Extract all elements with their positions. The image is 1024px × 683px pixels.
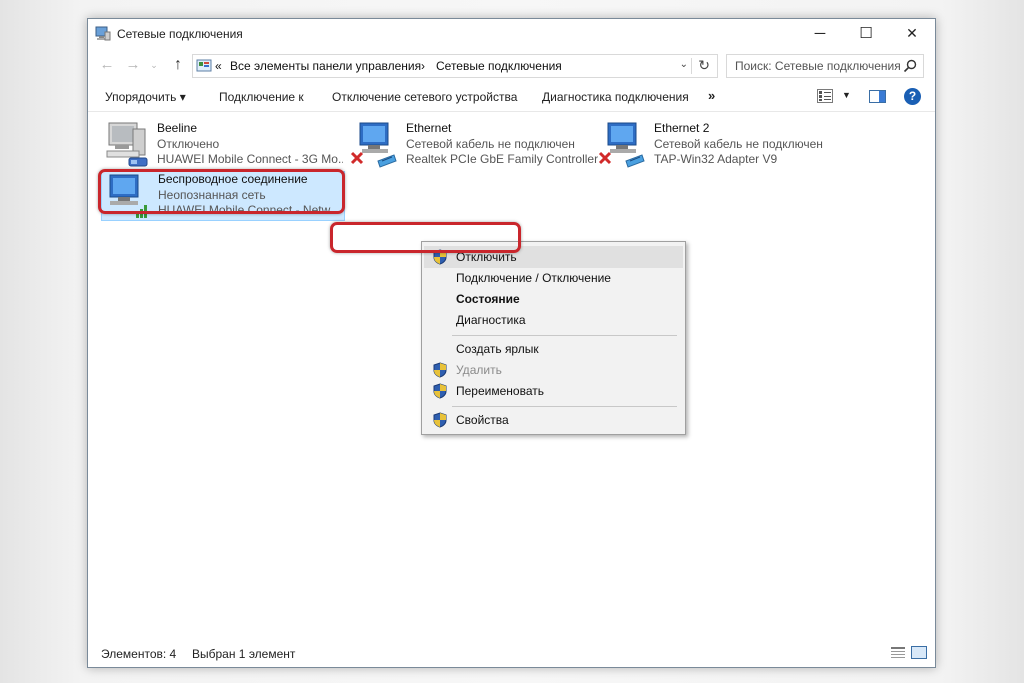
menu-item-diagnose[interactable]: Диагностика: [424, 309, 683, 331]
menu-item-properties[interactable]: Свойства: [424, 409, 683, 431]
address-prefix: «: [215, 59, 222, 73]
control-panel-icon: [196, 59, 212, 72]
connection-device: Realtek PCIe GbE Family Controller: [406, 152, 599, 166]
connection-status: Отключено: [157, 137, 220, 151]
modem-icon: [106, 122, 148, 167]
connection-device: TAP-Win32 Adapter V9: [654, 152, 778, 166]
error-x-icon: [350, 151, 364, 165]
more-commands-button[interactable]: »: [708, 88, 715, 103]
uac-shield-icon: [433, 412, 447, 428]
menu-item-delete: Удалить: [424, 359, 683, 381]
context-menu: Отключить Подключение / Отключение Состо…: [421, 241, 686, 435]
menu-item-status[interactable]: Состояние: [424, 288, 683, 310]
refresh-button[interactable]: ↻: [698, 57, 710, 74]
organize-button[interactable]: Упорядочить ▾: [105, 90, 186, 104]
address-bar[interactable]: « Все элементы панели управления › Сетев…: [192, 54, 718, 78]
title-bar[interactable]: Сетевые подключения ─ ☐ ✕: [88, 19, 935, 49]
menu-item-label: Состояние: [456, 292, 520, 306]
disable-device-button[interactable]: Отключение сетевого устройства: [332, 90, 517, 104]
view-options-dropdown[interactable]: ▼: [842, 90, 851, 100]
network-connections-window: Сетевые подключения ─ ☐ ✕ ← → ⌄ ↑ « Все …: [87, 18, 936, 668]
recent-locations-button[interactable]: ⌄: [148, 55, 160, 75]
search-icon: [903, 59, 917, 73]
network-connections-icon: [95, 26, 111, 41]
menu-item-label: Подключение / Отключение: [456, 271, 611, 285]
uac-shield-icon: [433, 362, 447, 378]
breadcrumb-network-connections[interactable]: Сетевые подключения: [436, 59, 562, 73]
tiles-view-icon[interactable]: [911, 646, 927, 659]
connection-name: Ethernet: [406, 121, 452, 135]
address-dropdown-button[interactable]: ⌄: [680, 59, 688, 70]
connection-status: Сетевой кабель не подключен: [654, 137, 823, 151]
status-bar: Элементов: 4 Выбран 1 элемент: [88, 641, 935, 667]
preview-pane-icon[interactable]: [869, 90, 886, 103]
connection-name: Ethernet 2: [654, 121, 710, 135]
menu-separator: [452, 335, 677, 336]
menu-item-label: Удалить: [456, 363, 502, 377]
breadcrumb-control-panel[interactable]: Все элементы панели управления: [230, 59, 421, 73]
address-divider: [691, 58, 692, 74]
connection-item-ethernet[interactable]: Ethernet Сетевой кабель не подключен Rea…: [350, 121, 598, 169]
highlight-ring-disable: [330, 222, 521, 253]
forward-button[interactable]: →: [123, 55, 143, 75]
connection-item-ethernet-2[interactable]: Ethernet 2 Сетевой кабель не подключен T…: [598, 121, 838, 169]
highlight-ring-wireless: [98, 169, 345, 214]
connect-to-button[interactable]: Подключение к: [219, 90, 304, 104]
command-bar: Упорядочить ▾ Подключение к Отключение с…: [88, 82, 935, 112]
close-button[interactable]: ✕: [889, 19, 935, 49]
menu-item-rename[interactable]: Переименовать: [424, 380, 683, 402]
menu-item-label: Диагностика: [456, 313, 526, 327]
details-view-icon[interactable]: [891, 647, 905, 659]
menu-item-label: Свойства: [456, 413, 509, 427]
change-view-icon[interactable]: [817, 89, 833, 103]
menu-item-label: Создать ярлык: [456, 342, 539, 356]
menu-item-label: Переименовать: [456, 384, 544, 398]
breadcrumb-separator[interactable]: ›: [421, 59, 425, 73]
connection-status: Сетевой кабель не подключен: [406, 137, 575, 151]
menu-item-create-shortcut[interactable]: Создать ярлык: [424, 338, 683, 360]
address-row: ← → ⌄ ↑ « Все элементы панели управления…: [88, 52, 935, 80]
search-input[interactable]: Поиск: Сетевые подключения: [726, 54, 924, 78]
uac-shield-icon: [433, 383, 447, 399]
item-count: Элементов: 4: [101, 647, 177, 661]
connection-name: Beeline: [157, 121, 198, 135]
help-icon[interactable]: ?: [904, 88, 921, 105]
connection-device: HUAWEI Mobile Connect - 3G Mo...: [157, 152, 343, 166]
up-button[interactable]: ↑: [168, 55, 188, 75]
selection-count: Выбран 1 элемент: [192, 647, 296, 661]
diagnose-button[interactable]: Диагностика подключения: [542, 90, 689, 104]
window-title: Сетевые подключения: [117, 27, 243, 41]
error-x-icon: [598, 151, 612, 165]
search-placeholder: Поиск: Сетевые подключения: [735, 59, 901, 73]
menu-separator: [452, 406, 677, 407]
menu-item-connect-disconnect[interactable]: Подключение / Отключение: [424, 267, 683, 289]
minimize-button[interactable]: ─: [797, 19, 843, 49]
back-button[interactable]: ←: [97, 55, 117, 75]
connection-item-beeline[interactable]: Beeline Отключено HUAWEI Mobile Connect …: [101, 121, 343, 169]
maximize-button[interactable]: ☐: [843, 19, 889, 49]
